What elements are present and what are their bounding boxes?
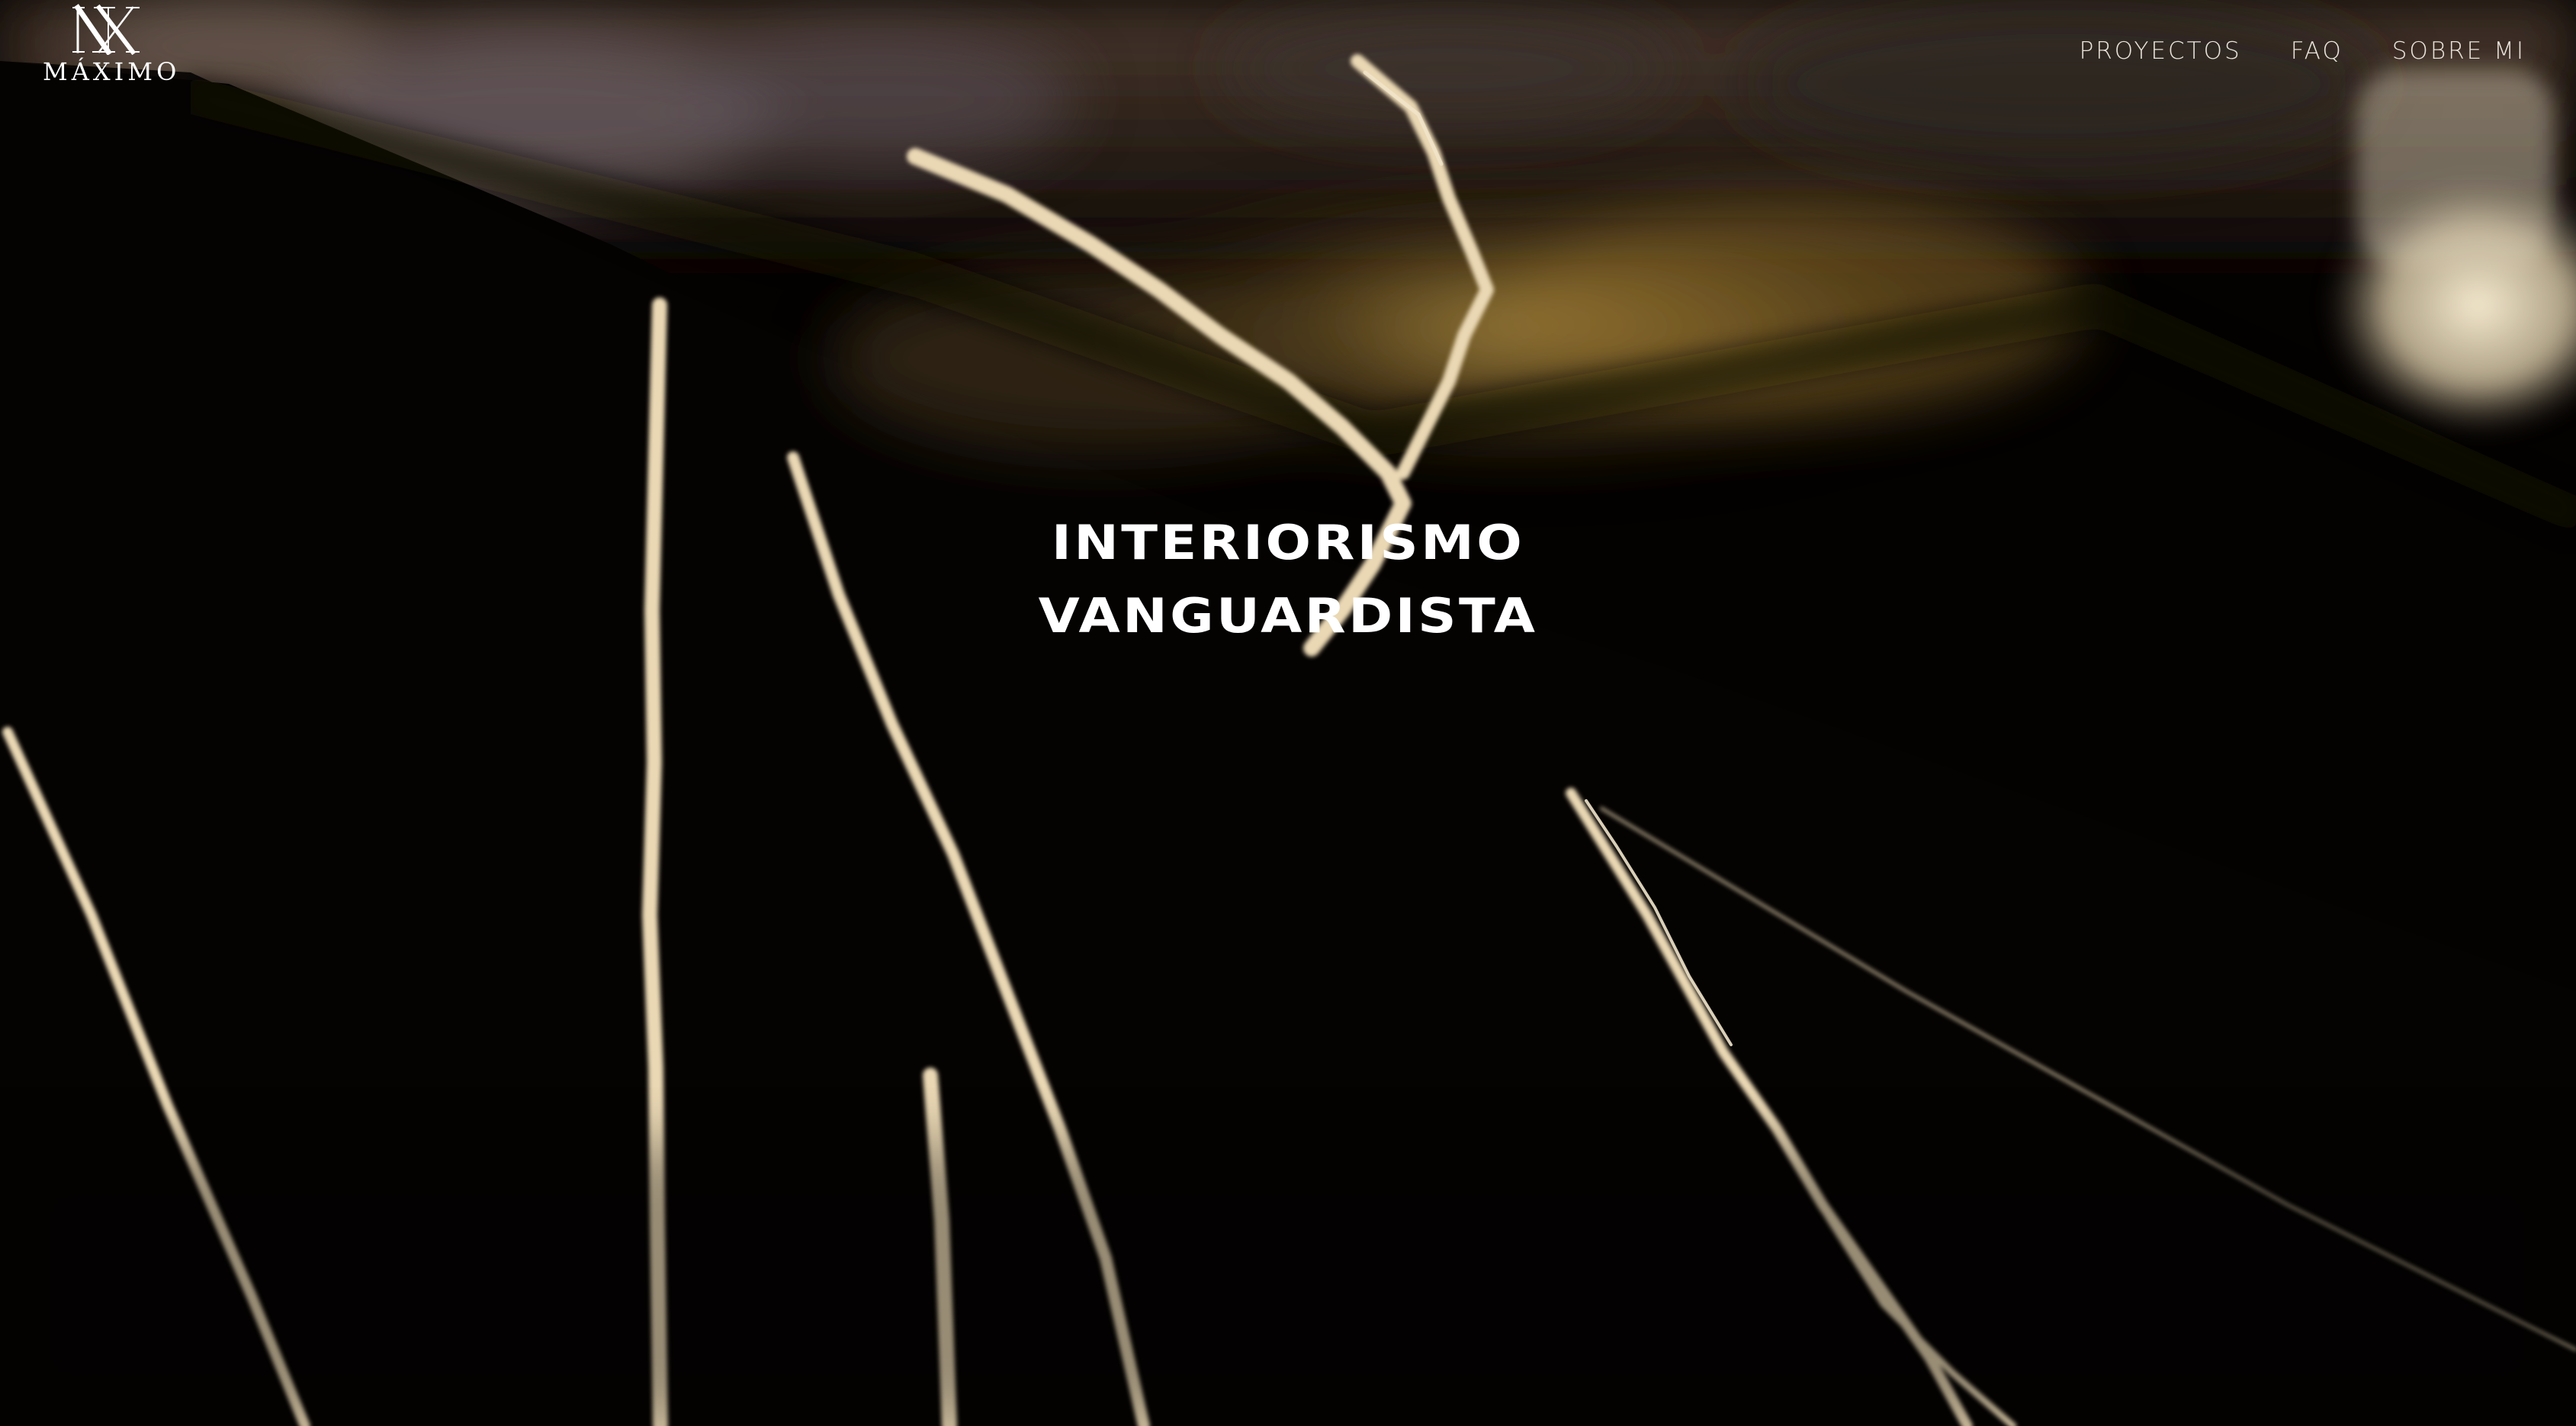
nav-link-sobre-mi[interactable]: SOBRE MI (2392, 34, 2526, 69)
nav-link-proyectos[interactable]: PROYECTOS (2080, 34, 2242, 69)
hero-background-image (0, 0, 2576, 1426)
site-header: MÁXIMO PROYECTOS FAQ SOBRE MI (0, 0, 2576, 107)
hero-section: MÁXIMO PROYECTOS FAQ SOBRE MI INTERIORIS… (0, 0, 2576, 1426)
logo-text: MÁXIMO (43, 57, 181, 86)
nav-link-faq[interactable]: FAQ (2291, 34, 2343, 69)
hero-headline: INTERIORISMO VANGUARDISTA (857, 506, 1719, 653)
logo-link[interactable]: MÁXIMO (43, 0, 181, 90)
hero-headline-line-1: INTERIORISMO (1051, 515, 1525, 570)
main-nav: PROYECTOS FAQ SOBRE MI (2080, 34, 2526, 69)
mx-monogram-icon (72, 4, 140, 55)
hero-headline-line-2: VANGUARDISTA (1038, 588, 1538, 644)
